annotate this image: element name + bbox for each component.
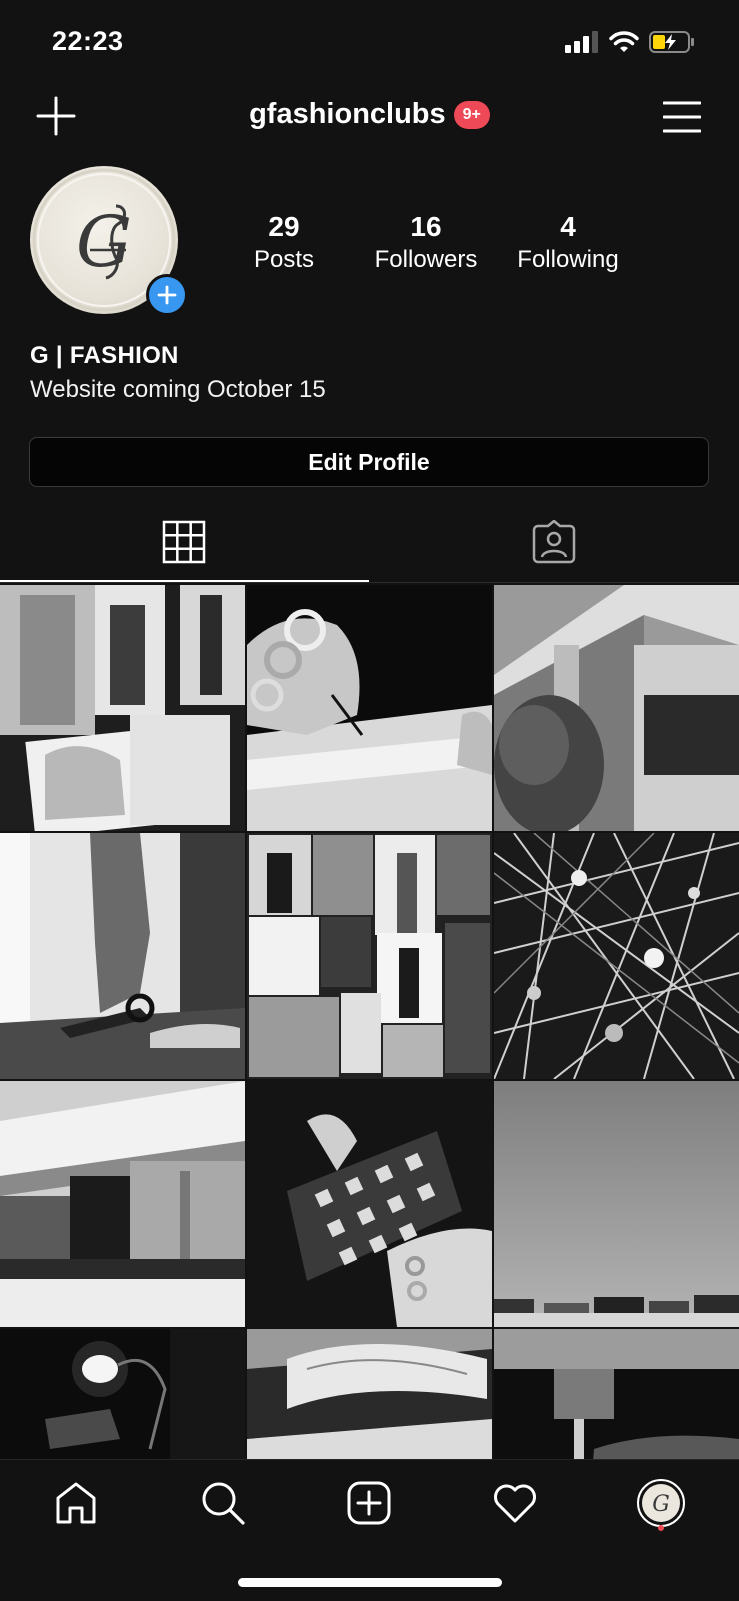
home-indicator[interactable] [238, 1578, 502, 1587]
post-thumbnail[interactable] [494, 1081, 739, 1327]
new-post-icon[interactable] [344, 1478, 394, 1528]
search-glyph [202, 1482, 245, 1525]
post-image [247, 1329, 492, 1459]
profile-avatar-glyph: G [637, 1479, 685, 1527]
profile-avatar[interactable]: G [636, 1478, 686, 1528]
tabs-divider [0, 582, 739, 583]
profile-name: G | FASHION [30, 342, 179, 369]
post-thumbnail[interactable] [247, 833, 492, 1079]
post-image [0, 1081, 245, 1327]
status-time: 22:23 [52, 26, 124, 56]
post-image [494, 833, 739, 1079]
add-story-button[interactable] [146, 274, 188, 316]
activity-heart-icon[interactable] [490, 1478, 540, 1528]
post-image [494, 1081, 739, 1327]
heart-glyph [494, 1484, 536, 1523]
post-thumbnail[interactable] [0, 585, 245, 831]
post-image [494, 585, 739, 831]
add-icon [157, 285, 177, 305]
post-image [247, 833, 492, 1079]
profile-bio: Website coming October 15 [30, 376, 326, 403]
active-tab-indicator [0, 580, 369, 582]
post-thumbnail[interactable] [0, 1329, 245, 1459]
nav-avatar-monogram: G [652, 1492, 670, 1517]
stat-followers[interactable]: 16 Followers [346, 212, 506, 274]
post-image [0, 1329, 245, 1459]
home-glyph [56, 1482, 96, 1524]
username[interactable]: gfashionclubs [249, 98, 446, 131]
account-title[interactable]: gfashionclubs 9+ [0, 98, 739, 131]
battery-charging-icon [649, 31, 694, 53]
post-image [247, 585, 492, 831]
status-icons [565, 30, 695, 54]
post-thumbnail[interactable] [247, 1329, 492, 1459]
post-image [0, 833, 245, 1079]
post-image [494, 1329, 739, 1459]
stat-value: 16 [410, 211, 442, 242]
post-thumbnail[interactable] [494, 1329, 739, 1459]
post-thumbnail[interactable] [247, 585, 492, 831]
home-icon[interactable] [51, 1478, 101, 1528]
menu-icon[interactable] [663, 100, 701, 134]
post-thumbnail[interactable] [494, 833, 739, 1079]
stat-posts[interactable]: 29 Posts [204, 212, 364, 274]
new-post-glyph [347, 1481, 391, 1525]
wifi-icon [609, 31, 639, 52]
post-image [0, 585, 245, 831]
search-icon[interactable] [198, 1478, 248, 1528]
tagged-icon[interactable] [532, 520, 576, 564]
edit-profile-button[interactable]: Edit Profile [29, 437, 709, 487]
signal-icon [565, 31, 598, 53]
post-thumbnail[interactable] [0, 833, 245, 1079]
post-thumbnail[interactable] [494, 585, 739, 831]
stat-label: Following [517, 246, 619, 273]
activity-dot [658, 1525, 664, 1531]
grid-icon[interactable] [162, 520, 206, 564]
post-image [247, 1081, 492, 1327]
post-thumbnail[interactable] [0, 1081, 245, 1327]
notification-badge: 9+ [453, 100, 490, 129]
stat-label: Posts [253, 246, 315, 273]
stat-following[interactable]: 4 Following [488, 212, 648, 274]
stat-value: 29 [268, 211, 300, 242]
stat-value: 4 [560, 211, 576, 242]
posts-grid [0, 585, 739, 1459]
post-thumbnail[interactable] [247, 1081, 492, 1327]
stat-label: Followers [374, 246, 478, 273]
